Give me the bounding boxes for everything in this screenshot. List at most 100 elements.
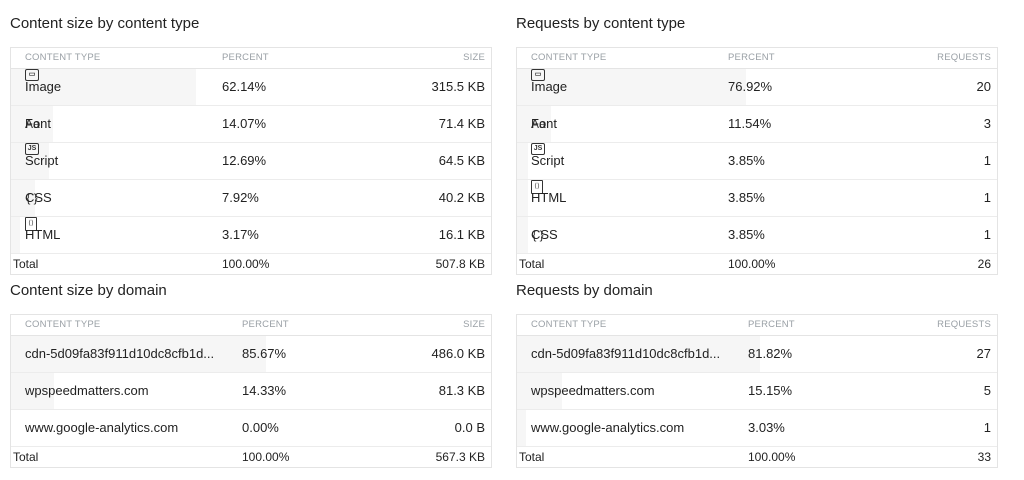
panel-title: Content size by domain	[10, 282, 167, 299]
total-label: Total	[13, 257, 39, 271]
share-bar	[517, 410, 527, 446]
header-percent[interactable]: PERCENT	[242, 315, 289, 335]
panel-title: Requests by domain	[516, 282, 653, 299]
share-bar	[517, 143, 529, 179]
table-row[interactable]: Aa Font 14.07% 71.4 KB	[11, 106, 491, 143]
content-size-by-type-table: CONTENT TYPE PERCENT SIZE ▭ Image 62.14% …	[10, 47, 492, 275]
total-value: 567.3 KB	[435, 450, 485, 464]
total-value: 507.8 KB	[435, 257, 485, 271]
requests-by-type-panel: Requests by content type CONTENT TYPE PE…	[516, 10, 998, 275]
row-value: 71.4 KB	[438, 116, 485, 131]
panel-title: Requests by content type	[516, 15, 686, 32]
row-percent: 11.54%	[728, 116, 772, 131]
share-bar	[11, 217, 21, 253]
header-percent[interactable]: PERCENT	[728, 48, 775, 68]
row-percent: 85.67%	[242, 346, 287, 361]
row-percent: 0.00%	[242, 420, 279, 435]
total-percent: 100.00%	[222, 257, 270, 271]
row-label: Font	[531, 116, 558, 131]
row-percent: 62.14%	[222, 79, 267, 94]
table-row[interactable]: wpspeedmatters.com 14.33% 81.3 KB	[11, 373, 491, 410]
row-value: 0.0 B	[454, 420, 485, 435]
total-row: Total 100.00% 26	[517, 254, 997, 274]
row-value: 1	[983, 153, 991, 168]
header-content-type[interactable]: CONTENT TYPE	[25, 315, 100, 335]
row-value: 1	[983, 190, 991, 205]
row-percent: 81.82%	[748, 346, 793, 361]
header-content-type[interactable]: CONTENT TYPE	[531, 48, 606, 68]
table-row[interactable]: { } CSS 3.85% 1	[517, 217, 997, 254]
table-row[interactable]: Aa Font 11.54% 3	[517, 106, 997, 143]
total-percent: 100.00%	[728, 257, 776, 271]
table-header: CONTENT TYPE PERCENT SIZE	[11, 315, 491, 336]
header-percent[interactable]: PERCENT	[748, 315, 795, 335]
row-label: HTML	[531, 190, 567, 205]
table-row[interactable]: ▭ Image 62.14% 315.5 KB	[11, 69, 491, 106]
row-value: 64.5 KB	[438, 153, 485, 168]
row-domain: cdn-5d09fa83f911d10dc8cfb1d...	[25, 346, 215, 361]
requests-by-domain-table: CONTENT TYPE PERCENT REQUESTS cdn-5d09fa…	[516, 314, 998, 468]
table-row[interactable]: www.google-analytics.com 3.03% 1	[517, 410, 997, 447]
table-row[interactable]: www.google-analytics.com 0.00% 0.0 B	[11, 410, 491, 447]
row-value: 5	[983, 383, 991, 398]
row-domain: cdn-5d09fa83f911d10dc8cfb1d...	[531, 346, 721, 361]
panel-title: Content size by content type	[10, 15, 200, 32]
table-header: CONTENT TYPE PERCENT SIZE	[11, 48, 491, 69]
row-percent: 15.15%	[748, 383, 793, 398]
total-percent: 100.00%	[242, 450, 290, 464]
table-row[interactable]: wpspeedmatters.com 15.15% 5	[517, 373, 997, 410]
row-value: 1	[983, 227, 991, 242]
row-percent: 3.03%	[748, 420, 785, 435]
content-size-by-domain-panel: Content size by domain CONTENT TYPE PERC…	[10, 277, 492, 468]
table-row[interactable]: JS Script 12.69% 64.5 KB	[11, 143, 491, 180]
row-value: 3	[983, 116, 991, 131]
row-label: Image	[25, 79, 62, 94]
row-value: 486.0 KB	[431, 346, 486, 361]
table-row[interactable]: ▭ Image 76.92% 20	[517, 69, 997, 106]
total-row: Total 100.00% 33	[517, 447, 997, 467]
total-label: Total	[519, 450, 545, 464]
row-percent: 76.92%	[728, 79, 773, 94]
share-bar	[517, 217, 529, 253]
row-percent: 7.92%	[222, 190, 259, 205]
row-value: 315.5 KB	[431, 79, 486, 94]
row-percent: 14.07%	[222, 116, 267, 131]
content-size-by-domain-table: CONTENT TYPE PERCENT SIZE cdn-5d09fa83f9…	[10, 314, 492, 468]
content-size-by-type-panel: Content size by content type CONTENT TYP…	[10, 10, 492, 275]
header-size[interactable]: SIZE	[463, 315, 485, 335]
row-domain: www.google-analytics.com	[531, 420, 685, 435]
row-domain: wpspeedmatters.com	[25, 383, 149, 398]
header-size[interactable]: SIZE	[463, 48, 485, 68]
header-requests[interactable]: REQUESTS	[937, 315, 991, 335]
row-percent: 3.85%	[728, 153, 765, 168]
row-domain: wpspeedmatters.com	[531, 383, 655, 398]
share-bar	[517, 180, 529, 216]
header-content-type[interactable]: CONTENT TYPE	[25, 48, 100, 68]
row-value: 20	[976, 79, 991, 94]
table-row[interactable]: JS Script 3.85% 1	[517, 143, 997, 180]
row-value: 27	[976, 346, 991, 361]
requests-by-domain-panel: Requests by domain CONTENT TYPE PERCENT …	[516, 277, 998, 468]
table-row[interactable]: ⟨⟩ HTML 3.85% 1	[517, 180, 997, 217]
row-label: CSS	[531, 227, 558, 242]
table-header: CONTENT TYPE PERCENT REQUESTS	[517, 315, 997, 336]
row-percent: 3.85%	[728, 227, 765, 242]
table-row[interactable]: ⟨⟩ HTML 3.17% 16.1 KB	[11, 217, 491, 254]
total-value: 26	[977, 257, 991, 271]
row-percent: 12.69%	[222, 153, 267, 168]
header-percent[interactable]: PERCENT	[222, 48, 269, 68]
row-value: 40.2 KB	[438, 190, 485, 205]
header-requests[interactable]: REQUESTS	[937, 48, 991, 68]
total-label: Total	[13, 450, 39, 464]
table-row[interactable]: cdn-5d09fa83f911d10dc8cfb1d... 81.82% 27	[517, 336, 997, 373]
table-row[interactable]: cdn-5d09fa83f911d10dc8cfb1d... 85.67% 48…	[11, 336, 491, 373]
header-content-type[interactable]: CONTENT TYPE	[531, 315, 606, 335]
total-value: 33	[977, 450, 991, 464]
table-row[interactable]: { } CSS 7.92% 40.2 KB	[11, 180, 491, 217]
total-percent: 100.00%	[748, 450, 796, 464]
row-label: Image	[531, 79, 568, 94]
row-label: Font	[25, 116, 52, 131]
row-label: CSS	[25, 190, 52, 205]
row-label: HTML	[25, 227, 61, 242]
row-percent: 3.85%	[728, 190, 765, 205]
